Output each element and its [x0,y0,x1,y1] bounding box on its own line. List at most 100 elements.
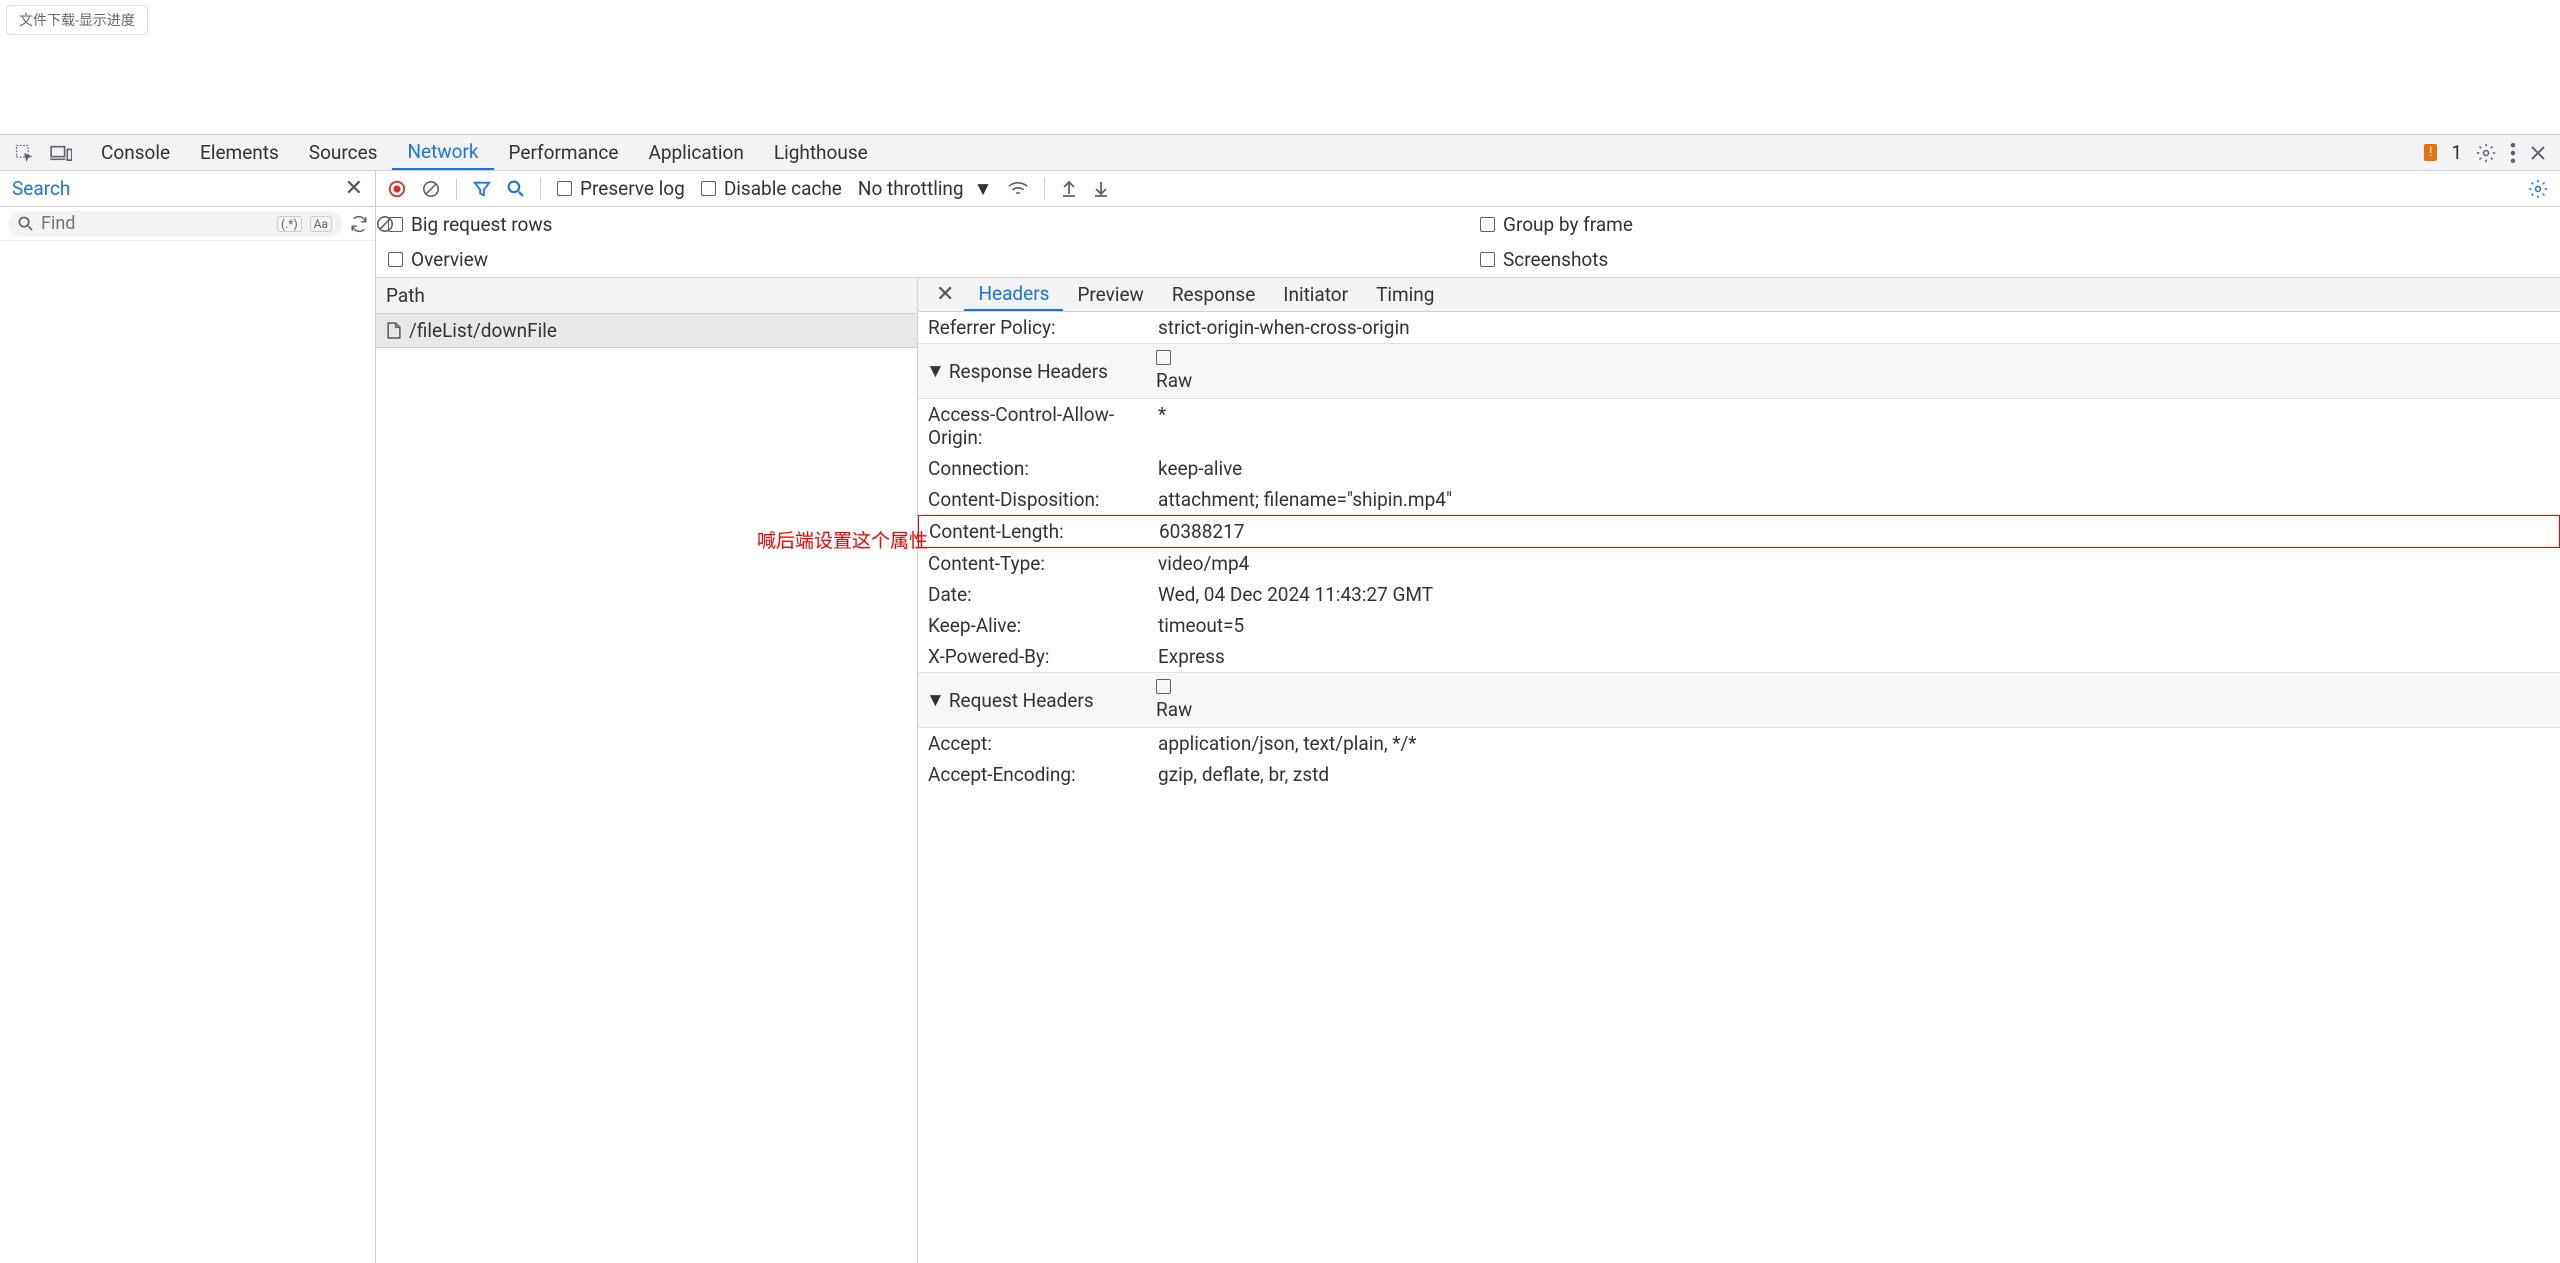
header-value: keep-alive [1158,457,2550,480]
devtools: ConsoleElementsSourcesNetworkPerformance… [0,134,2560,1263]
details-tab-preview[interactable]: Preview [1063,278,1157,311]
tab-performance[interactable]: Performance [494,135,634,170]
header-key: Content-Type: [928,552,1158,575]
settings-gear-icon[interactable] [2528,179,2548,199]
search-icon [18,216,33,231]
download-icon[interactable] [1093,180,1109,198]
tab-lighthouse[interactable]: Lighthouse [759,135,883,170]
network-toolbar: Preserve log Disable cache No throttling… [376,171,2560,207]
requests-header[interactable]: Path [376,278,917,314]
device-icon[interactable] [50,144,72,162]
header-row: Keep-Alive:timeout=5 [918,610,2560,641]
tab-network[interactable]: Network [392,135,493,170]
tab-sources[interactable]: Sources [294,135,393,170]
disable-cache-checkbox[interactable]: Disable cache [701,177,842,200]
upload-icon[interactable] [1061,180,1077,198]
header-key: Accept-Encoding: [928,763,1158,786]
search-close-icon[interactable]: ✕ [345,176,363,201]
find-input[interactable] [41,213,269,234]
header-value: strict-origin-when-cross-origin [1158,316,2550,339]
header-key: Access-Control-Allow-Origin: [928,403,1158,449]
header-row: Content-Disposition:attachment; filename… [918,484,2560,515]
header-key: Accept: [928,732,1158,755]
regex-toggle[interactable]: (.*) [277,216,302,232]
close-icon[interactable] [2530,145,2546,161]
tab-application[interactable]: Application [633,135,758,170]
details-tab-response[interactable]: Response [1158,278,1269,311]
header-value: timeout=5 [1158,614,2550,637]
file-icon [386,322,401,339]
header-row: Connection:keep-alive [918,453,2560,484]
header-key: Content-Length: [929,520,1159,543]
raw-checkbox[interactable] [1156,350,1171,365]
request-path: /fileList/downFile [409,319,557,342]
raw-label: Raw [1156,698,1192,721]
triangle-icon: ▼ [926,688,945,712]
refresh-icon[interactable] [350,215,368,233]
gear-icon[interactable] [2476,143,2496,163]
throttling-select[interactable]: No throttling ▼ [858,177,993,201]
header-row: Content-Length:60388217 [918,515,2560,548]
warning-icon[interactable]: ! [2424,144,2437,161]
header-key: Keep-Alive: [928,614,1158,637]
details-tab-bar: ✕ HeadersPreviewResponseInitiatorTiming [918,278,2560,312]
network-options: Big request rows Overview Group by frame… [376,207,2560,278]
inspect-icon[interactable] [14,143,34,163]
tab-elements[interactable]: Elements [185,135,294,170]
details-close-icon[interactable]: ✕ [926,278,964,311]
search-network-icon[interactable] [507,180,524,197]
page-button[interactable]: 文件下载-显示进度 [6,5,148,35]
record-icon[interactable] [388,180,406,198]
section-header[interactable]: ▼Response HeadersRaw [918,343,2560,399]
filter-icon[interactable] [473,180,491,198]
header-value: attachment; filename="shipin.mp4" [1158,488,2550,511]
header-value: Express [1158,645,2550,668]
header-row: Content-Type:video/mp4 [918,548,2560,579]
header-value: application/json, text/plain, */* [1158,732,2550,755]
header-row: X-Powered-By:Express [918,641,2560,672]
header-row: Date:Wed, 04 Dec 2024 11:43:27 GMT [918,579,2560,610]
more-icon[interactable] [2510,143,2516,163]
header-value: 60388217 [1159,520,2549,543]
raw-checkbox[interactable] [1156,679,1171,694]
preserve-log-checkbox[interactable]: Preserve log [557,177,685,200]
header-key: Content-Disposition: [928,488,1158,511]
header-row: Referrer Policy:strict-origin-when-cross… [918,312,2560,343]
section-header[interactable]: ▼Request HeadersRaw [918,672,2560,728]
overview-checkbox[interactable]: Overview [388,248,1456,271]
raw-label: Raw [1156,369,1192,392]
devtools-tab-bar: ConsoleElementsSourcesNetworkPerformance… [0,135,2560,171]
header-key: Date: [928,583,1158,606]
details-tab-headers[interactable]: Headers [964,278,1063,311]
header-key: X-Powered-By: [928,645,1158,668]
big-rows-checkbox[interactable]: Big request rows [388,213,1456,236]
search-label: Search [12,177,70,200]
header-value: * [1158,403,2550,449]
header-row: Accept:application/json, text/plain, */* [918,728,2560,759]
request-details: ✕ HeadersPreviewResponseInitiatorTiming … [918,278,2560,1263]
chevron-down-icon: ▼ [974,177,993,201]
group-frame-checkbox[interactable]: Group by frame [1480,213,2548,236]
wifi-icon[interactable] [1008,181,1028,197]
search-panel: Search ✕ (.*) Aa [0,171,376,1263]
tab-console[interactable]: Console [86,135,185,170]
header-value: gzip, deflate, br, zstd [1158,763,2550,786]
warning-count: 1 [2451,141,2462,164]
details-tab-initiator[interactable]: Initiator [1269,278,1362,311]
header-value: video/mp4 [1158,552,2550,575]
header-row: Accept-Encoding:gzip, deflate, br, zstd [918,759,2560,790]
find-input-wrapper: (.*) Aa [8,211,342,237]
triangle-icon: ▼ [926,359,945,383]
header-row: Access-Control-Allow-Origin:* [918,399,2560,453]
details-tab-timing[interactable]: Timing [1362,278,1448,311]
details-body[interactable]: Referrer Policy:strict-origin-when-cross… [918,312,2560,1263]
screenshots-checkbox[interactable]: Screenshots [1480,248,2548,271]
request-row[interactable]: /fileList/downFile [376,314,917,348]
header-key: Connection: [928,457,1158,480]
network-panel: Preserve log Disable cache No throttling… [376,171,2560,1263]
requests-list: Path /fileList/downFile 喊后端设置这个属性 [376,278,918,1263]
annotation-text: 喊后端设置这个属性 [757,526,928,553]
header-value: Wed, 04 Dec 2024 11:43:27 GMT [1158,583,2550,606]
case-toggle[interactable]: Aa [310,216,332,232]
clear-network-icon[interactable] [422,180,440,198]
